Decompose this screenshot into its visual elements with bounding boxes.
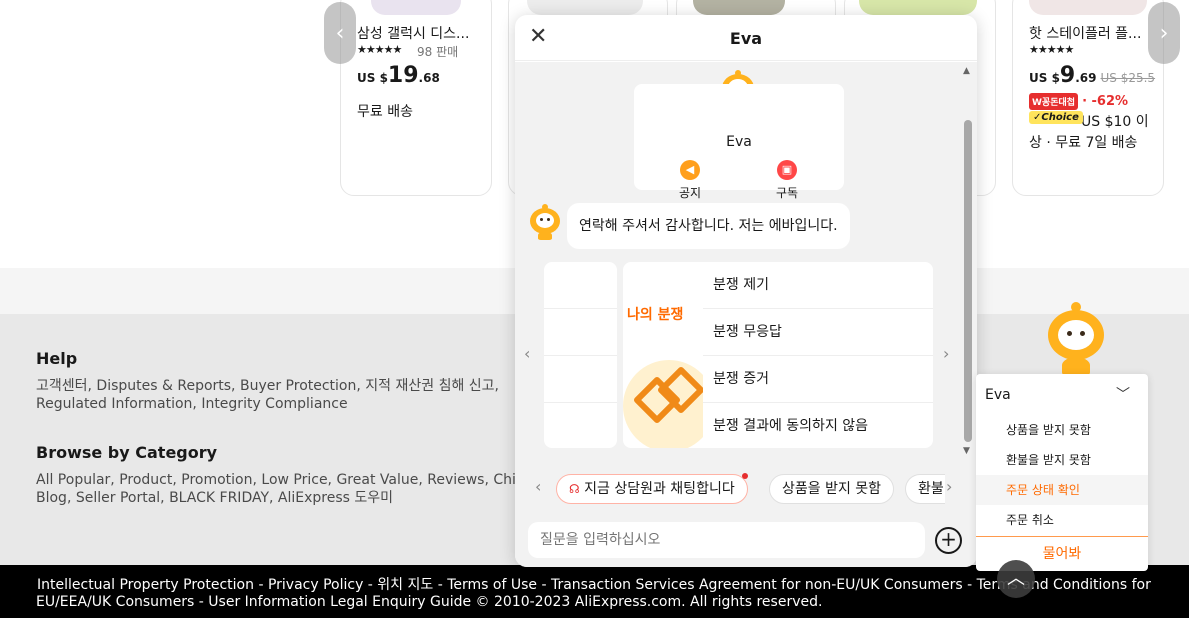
subscribe-label: 구독 xyxy=(775,186,799,200)
megaphone-icon: ◀ xyxy=(680,160,700,180)
notice-button[interactable]: ◀ 공지 xyxy=(660,160,720,201)
carousel-card-previous[interactable] xyxy=(544,262,617,448)
dispute-option[interactable]: 분쟁 제기 xyxy=(703,262,933,309)
chat-with-agent-chip[interactable]: ☊ 지금 상담원과 채팅합니다 xyxy=(556,473,748,504)
widget-option[interactable]: 환불을 받지 못함 xyxy=(976,445,1148,475)
plus-icon[interactable]: + xyxy=(935,527,962,554)
legal-links[interactable]: Intellectual Property Protection - Priva… xyxy=(37,574,1151,594)
chevron-left-icon[interactable]: ‹ xyxy=(524,344,530,363)
bot-name: Eva xyxy=(726,134,752,150)
browse-heading: Browse by Category xyxy=(36,443,218,462)
chat-messages[interactable]: Eva ◀ 공지 ▣ 구독 연락해 주셔서 감사합니다. 저는 에바입니다. ‹ xyxy=(515,62,977,510)
browse-links[interactable]: Blog, Seller Portal, BLACK FRIDAY, AliEx… xyxy=(36,489,393,507)
product-price: US $19.68 xyxy=(357,63,440,88)
product-title[interactable]: 삼성 갤럭시 디스... xyxy=(357,23,469,43)
chip-label: 지금 상담원과 채팅합니다 xyxy=(584,481,735,497)
price-currency: US $ xyxy=(357,71,388,85)
dispute-option[interactable]: 분쟁 증거 xyxy=(703,356,933,403)
price-cents: .69 xyxy=(1075,71,1097,85)
chat-title: Eva xyxy=(729,29,763,48)
quick-reply-chip[interactable]: 상품을 받지 못함 xyxy=(769,474,895,504)
copyright-line[interactable]: EU/EEA/UK Consumers - User Information L… xyxy=(36,594,822,610)
bag-icon: ▣ xyxy=(777,160,797,180)
my-disputes-card: 나의 분쟁 분쟁 제기 분쟁 무응답 분쟁 증거 분쟁 결과에 동의하지 않음 xyxy=(623,262,933,448)
widget-option[interactable]: 주문 취소 xyxy=(976,505,1148,535)
price-main: 19 xyxy=(387,63,419,88)
bot-profile-card: Eva ◀ 공지 ▣ 구독 xyxy=(634,84,844,200)
help-links[interactable]: 고객센터, Disputes & Reports, Buyer Protecti… xyxy=(36,377,499,395)
original-price: US $25.5 xyxy=(1100,71,1156,85)
carousel-prev-button[interactable]: ‹ xyxy=(324,2,356,64)
price-currency: US $ xyxy=(1029,71,1060,85)
dispute-option[interactable]: 분쟁 결과에 동의하지 않음 xyxy=(703,403,933,448)
price-cents: .68 xyxy=(418,71,440,85)
dispute-option[interactable]: 분쟁 무응답 xyxy=(703,309,933,356)
quick-replies: ‹ ☊ 지금 상담원과 채팅합니다 상품을 받지 못함 환불 › xyxy=(515,471,977,507)
dispute-options: 분쟁 제기 분쟁 무응답 분쟁 증거 분쟁 결과에 동의하지 않음 xyxy=(703,262,933,448)
price-main: 9 xyxy=(1059,63,1076,88)
dispute-card-title: 나의 분쟁 xyxy=(627,307,684,323)
handshake-icon xyxy=(623,360,703,448)
chevron-left-icon[interactable]: ‹ xyxy=(535,477,541,496)
chevron-up-icon: ︿ xyxy=(1007,568,1025,589)
chevron-right-icon[interactable]: › xyxy=(943,344,949,363)
product-image[interactable] xyxy=(1029,0,1147,15)
scroll-down-icon[interactable]: ▼ xyxy=(963,446,970,456)
product-image[interactable] xyxy=(693,0,785,15)
chevron-down-icon[interactable]: ﹀ xyxy=(1116,384,1130,404)
notice-label: 공지 xyxy=(678,186,702,200)
chat-header: ✕ Eva xyxy=(515,15,977,61)
browse-links[interactable]: All Popular, Product, Promotion, Low Pri… xyxy=(36,471,591,489)
deal-row: W꽁돈대첩 · -62% xyxy=(1029,93,1128,110)
chat-scrollbar[interactable]: ▲ ▼ xyxy=(961,62,975,510)
assistant-quick-menu: Eva ﹀ 상품을 받지 못함 환불을 받지 못함 주문 상태 확인 주문 취소… xyxy=(976,374,1148,571)
scroll-up-icon[interactable]: ▲ xyxy=(963,66,970,76)
notification-dot xyxy=(741,473,748,479)
bot-greeting-bubble: 연락해 주셔서 감사합니다. 저는 에바입니다. xyxy=(567,203,850,249)
help-links[interactable]: Regulated Information, Integrity Complia… xyxy=(36,395,348,413)
carousel-next-button[interactable]: › xyxy=(1148,2,1180,64)
chat-window: ✕ Eva Eva ◀ 공지 ▣ 구독 연락해 주셔서 감사합니다. 저는 에바… xyxy=(515,15,977,567)
chevron-right-icon: › xyxy=(1159,20,1169,46)
product-image[interactable] xyxy=(859,0,977,15)
chat-input[interactable] xyxy=(528,522,925,558)
product-image[interactable] xyxy=(527,0,643,15)
help-heading: Help xyxy=(36,349,78,368)
widget-option[interactable]: 상품을 받지 못함 xyxy=(976,415,1148,445)
subscribe-button[interactable]: ▣ 구독 xyxy=(757,160,817,201)
assistant-mascot-icon[interactable] xyxy=(1040,302,1112,376)
widget-option-active[interactable]: 주문 상태 확인 xyxy=(976,475,1148,505)
chevron-right-icon[interactable]: › xyxy=(946,477,952,496)
rating-stars: ★★★★★ xyxy=(1029,43,1074,56)
product-image[interactable] xyxy=(371,0,461,15)
deal-badge: W꽁돈대첩 xyxy=(1029,93,1079,110)
quick-reply-chip[interactable]: 환불 xyxy=(905,474,945,504)
widget-title: Eva xyxy=(985,387,1011,403)
sold-count: 98 판매 xyxy=(417,45,459,59)
chevron-left-icon: ‹ xyxy=(335,20,345,46)
product-card[interactable]: 삼성 갤럭시 디스... ★★★★★ 98 판매 US $19.68 무료 배송 xyxy=(340,0,492,196)
headset-icon: ☊ xyxy=(569,482,580,496)
product-card[interactable]: 핫 스테이플러 플... ★★★★★ US $9.69 US $25.5 W꽁돈대… xyxy=(1012,0,1164,196)
shipping-info: 무료 배송 xyxy=(357,104,413,120)
product-title[interactable]: 핫 스테이플러 플... xyxy=(1029,23,1141,43)
chat-composer: + xyxy=(515,510,977,567)
product-price: US $9.69 US $25.5 xyxy=(1029,63,1155,88)
choice-badge: ✓Choice xyxy=(1029,111,1083,124)
back-to-top-button[interactable]: ︿ xyxy=(997,560,1035,598)
discount-percent: · -62% xyxy=(1082,94,1129,109)
rating-stars: ★★★★★ xyxy=(357,43,402,56)
eva-avatar-icon xyxy=(529,204,561,240)
page-background xyxy=(0,0,308,268)
scroll-thumb[interactable] xyxy=(964,120,972,442)
